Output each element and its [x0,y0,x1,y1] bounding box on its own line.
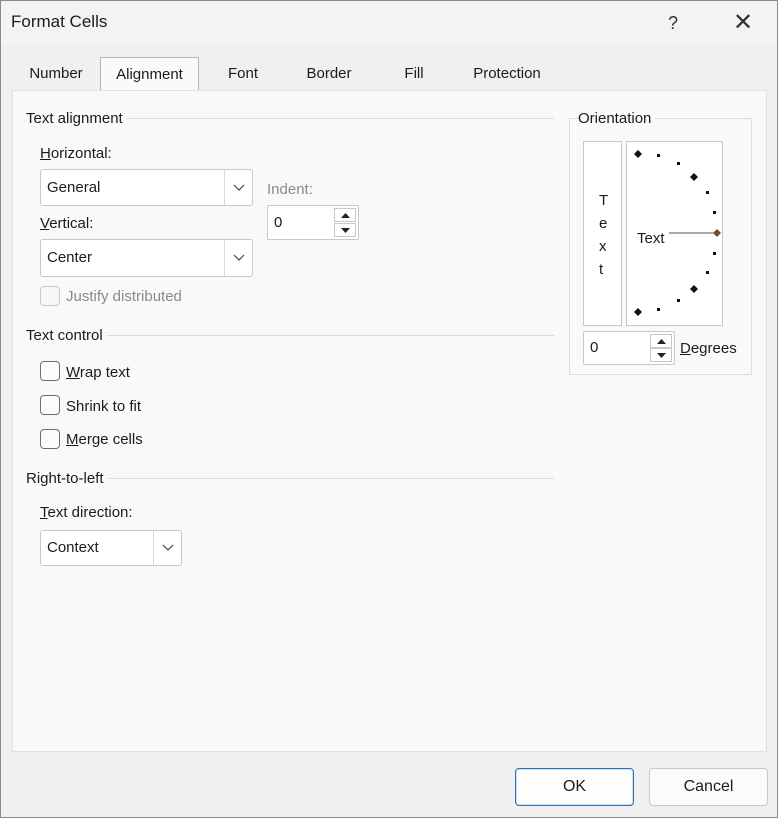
indent-spinner[interactable]: 0 [267,205,359,240]
text-direction-select[interactable]: Context [40,530,182,566]
shrink-to-fit-checkbox[interactable] [40,395,60,415]
justify-distributed-checkbox[interactable] [40,286,60,306]
degrees-spinner[interactable]: 0 [583,331,675,365]
caret-up-icon [657,339,666,344]
caret-down-icon [657,353,666,358]
text-alignment-heading: Text alignment [26,110,127,127]
caret-up-icon [341,213,350,218]
justify-distributed-label: Justify distributed [66,288,182,305]
dial-dot [677,162,680,165]
text-direction-label: Text direction: [40,504,133,521]
title-bar: Format Cells ? ✕ [1,1,777,45]
indent-label: Indent: [267,181,313,198]
orientation-dial[interactable]: Text [626,141,723,326]
horizontal-select[interactable]: General [40,169,253,206]
wrap-text-label: Wrap text [66,364,130,381]
vertical-text-letter: t [599,261,604,278]
dial-marker [690,285,698,293]
vertical-label: Vertical: [40,215,94,232]
ok-button[interactable]: OK [515,768,634,806]
dial-marker-bottom [634,308,642,316]
indent-up-button[interactable] [334,208,356,222]
tab-font[interactable]: Font [200,57,286,91]
tab-alignment[interactable]: Alignment [100,57,199,90]
dial-dot [657,154,660,157]
format-cells-dialog: Format Cells ? ✕ Number Alignment Font B… [0,0,778,818]
vertical-value: Center [47,249,93,266]
merge-cells-label-text: erge cells [78,431,143,448]
dial-dot [713,252,716,255]
shrink-to-fit-label: Shrink to fit [66,398,142,415]
help-button[interactable]: ? [651,5,695,41]
degrees-label: Degrees [680,340,737,357]
indent-down-button[interactable] [334,223,356,237]
orientation-heading: Orientation [578,110,656,127]
wrap-text-checkbox[interactable] [40,361,60,381]
indent-value: 0 [274,214,283,231]
text-direction-label-text: ext direction: [47,504,133,521]
tab-number[interactable]: Number [13,57,99,91]
dial-marker [690,173,698,181]
dial-dot [706,191,709,194]
wrap-text-label-text: rap text [79,364,130,381]
close-icon: ✕ [732,9,754,36]
vertical-text-letter: e [599,215,608,232]
horizontal-label: Horizontal: [40,145,112,162]
vertical-dropdown-button[interactable] [224,240,252,276]
vertical-select[interactable]: Center [40,239,253,277]
degrees-up-button[interactable] [650,334,672,348]
text-direction-dropdown-button[interactable] [153,531,181,565]
degrees-down-button[interactable] [650,348,672,362]
help-icon: ? [667,13,678,33]
tab-border[interactable]: Border [287,57,371,91]
dial-handle [713,229,721,237]
dial-marker-top [634,150,642,158]
text-direction-value: Context [47,539,99,556]
dial-dot [677,299,680,302]
cancel-button[interactable]: Cancel [649,768,768,806]
dial-dot [657,308,660,311]
chevron-down-icon [233,184,245,191]
vertical-label-text: ertical: [49,215,94,232]
vertical-text-letter: T [599,192,609,209]
merge-cells-label: Merge cells [66,431,143,448]
horizontal-value: General [47,179,101,196]
chevron-down-icon [162,544,174,551]
vertical-text-letter: x [599,238,607,255]
horizontal-dropdown-button[interactable] [224,170,252,205]
horizontal-label-text: orizontal: [50,145,112,162]
vertical-text-button[interactable]: T e x t [583,141,622,326]
dialog-title: Format Cells [11,12,108,31]
chevron-down-icon [233,254,245,261]
right-to-left-heading: Right-to-left [26,470,108,487]
dial-dot [713,211,716,214]
dial-dot [706,271,709,274]
tab-protection[interactable]: Protection [457,57,557,91]
degrees-label-text: egrees [690,340,737,357]
right-to-left-divider [29,478,554,479]
merge-cells-checkbox[interactable] [40,429,60,449]
caret-down-icon [341,228,350,233]
close-button[interactable]: ✕ [721,5,765,41]
degrees-value: 0 [590,339,599,356]
text-control-divider [29,335,554,336]
text-control-heading: Text control [26,327,107,344]
dial-text: Text [637,230,665,247]
tab-fill[interactable]: Fill [372,57,456,91]
